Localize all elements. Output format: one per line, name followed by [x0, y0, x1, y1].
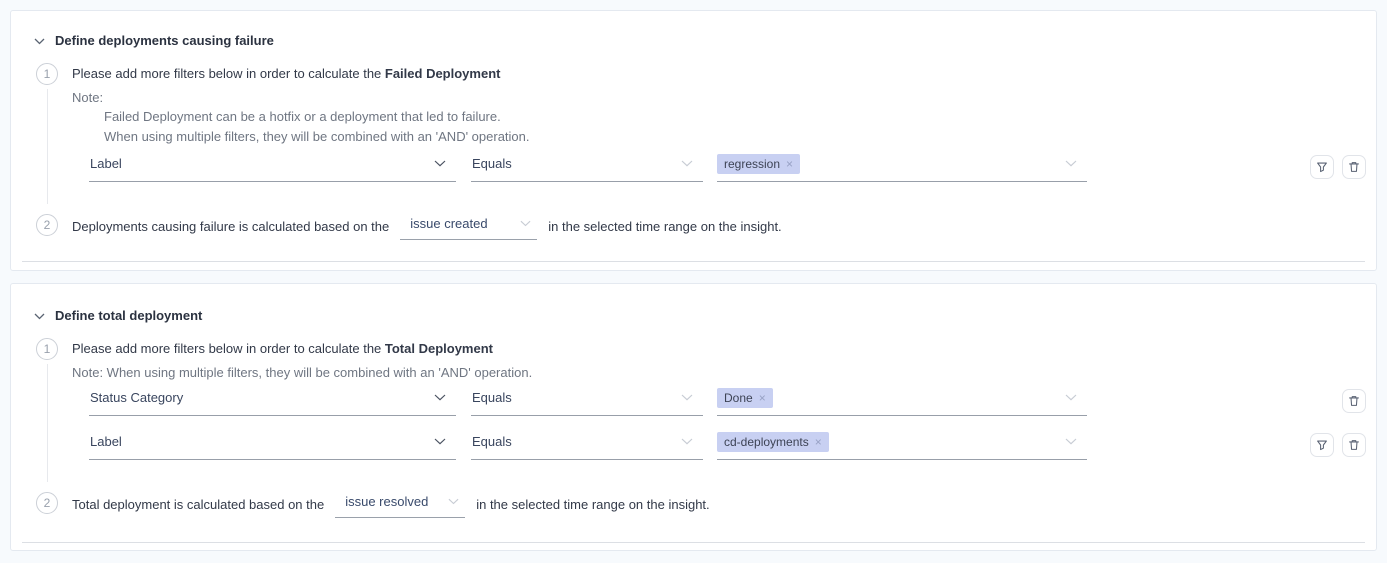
section-divider — [22, 542, 1365, 543]
step-1: 1 Please add more filters below in order… — [11, 63, 1376, 204]
filter-operator-select[interactable]: Equals — [471, 430, 703, 460]
step-number-badge: 1 — [36, 338, 58, 360]
funnel-icon — [1315, 438, 1329, 452]
delete-button[interactable] — [1342, 155, 1366, 179]
step-number-badge: 2 — [36, 214, 58, 236]
note-line: When using multiple filters, they will b… — [104, 128, 1376, 146]
step-instruction: Please add more filters below in order t… — [72, 341, 1376, 357]
panel-header[interactable]: Define deployments causing failure — [11, 11, 1376, 49]
note-line: Failed Deployment can be a hotfix or a d… — [104, 108, 1376, 126]
step2-text-after: in the selected time range on the insigh… — [548, 216, 781, 238]
event-select[interactable]: issue created — [400, 214, 537, 240]
chevron-down-icon — [1065, 438, 1077, 445]
filter-value-multiselect[interactable]: Done × — [717, 386, 1087, 416]
section-divider — [22, 261, 1365, 262]
note-label: Note: When using multiple filters, they … — [72, 365, 1376, 381]
chevron-down-icon — [681, 394, 693, 401]
panel-header[interactable]: Define total deployment — [11, 284, 1376, 324]
chevron-down-icon — [681, 160, 693, 167]
value-chip: Done × — [717, 388, 773, 408]
chevron-down-icon — [1065, 160, 1077, 167]
filter-row: Label Equals regression × — [89, 152, 1376, 182]
panel-title: Define deployments causing failure — [55, 33, 274, 49]
value-chip: cd-deployments × — [717, 432, 829, 452]
step-connector-line — [47, 89, 48, 204]
step-instruction: Please add more filters below in order t… — [72, 66, 1376, 82]
filter-operator-select[interactable]: Equals — [471, 386, 703, 416]
step2-text-after: in the selected time range on the insigh… — [476, 494, 709, 516]
chevron-down-icon — [681, 438, 693, 445]
event-select[interactable]: issue resolved — [335, 492, 465, 518]
trash-icon — [1347, 438, 1361, 452]
step-2: 2 Deployments causing failure is calcula… — [11, 214, 1376, 240]
filter-value-multiselect[interactable]: regression × — [717, 152, 1087, 182]
filter-button[interactable] — [1310, 433, 1334, 457]
step-number-badge: 2 — [36, 492, 58, 514]
delete-button[interactable] — [1342, 433, 1366, 457]
step-connector-line — [47, 364, 48, 482]
funnel-icon — [1315, 160, 1329, 174]
value-chip: regression × — [717, 154, 800, 174]
chevron-down-icon[interactable] — [34, 38, 45, 45]
filter-field-select[interactable]: Status Category — [89, 386, 456, 416]
step-2: 2 Total deployment is calculated based o… — [11, 492, 1376, 518]
filter-row: Status Category Equals Done × — [89, 386, 1376, 416]
chip-remove-icon[interactable]: × — [786, 158, 793, 170]
trash-icon — [1347, 160, 1361, 174]
chip-remove-icon[interactable]: × — [759, 392, 766, 404]
filter-row: Label Equals cd-deployments × — [89, 430, 1376, 460]
filter-button[interactable] — [1310, 155, 1334, 179]
delete-button[interactable] — [1342, 389, 1366, 413]
note-label: Note: — [72, 90, 1376, 106]
chevron-down-icon — [1065, 394, 1077, 401]
step2-text-before: Total deployment is calculated based on … — [72, 494, 324, 516]
chevron-down-icon — [448, 498, 459, 505]
trash-icon — [1347, 394, 1361, 408]
filter-field-select[interactable]: Label — [89, 152, 456, 182]
step-1: 1 Please add more filters below in order… — [11, 338, 1376, 482]
chevron-down-icon — [434, 160, 446, 167]
step-number-badge: 1 — [36, 63, 58, 85]
chevron-down-icon — [434, 394, 446, 401]
filter-field-select[interactable]: Label — [89, 430, 456, 460]
chip-remove-icon[interactable]: × — [815, 436, 822, 448]
chevron-down-icon[interactable] — [34, 313, 45, 320]
panel-title: Define total deployment — [55, 308, 202, 324]
step2-text-before: Deployments causing failure is calculate… — [72, 216, 389, 238]
chevron-down-icon — [520, 220, 531, 227]
filter-operator-select[interactable]: Equals — [471, 152, 703, 182]
panel-define-total-deployment: Define total deployment 1 Please add mor… — [10, 283, 1377, 551]
chevron-down-icon — [434, 438, 446, 445]
panel-define-deployments-causing-failure: Define deployments causing failure 1 Ple… — [10, 10, 1377, 271]
filter-value-multiselect[interactable]: cd-deployments × — [717, 430, 1087, 460]
